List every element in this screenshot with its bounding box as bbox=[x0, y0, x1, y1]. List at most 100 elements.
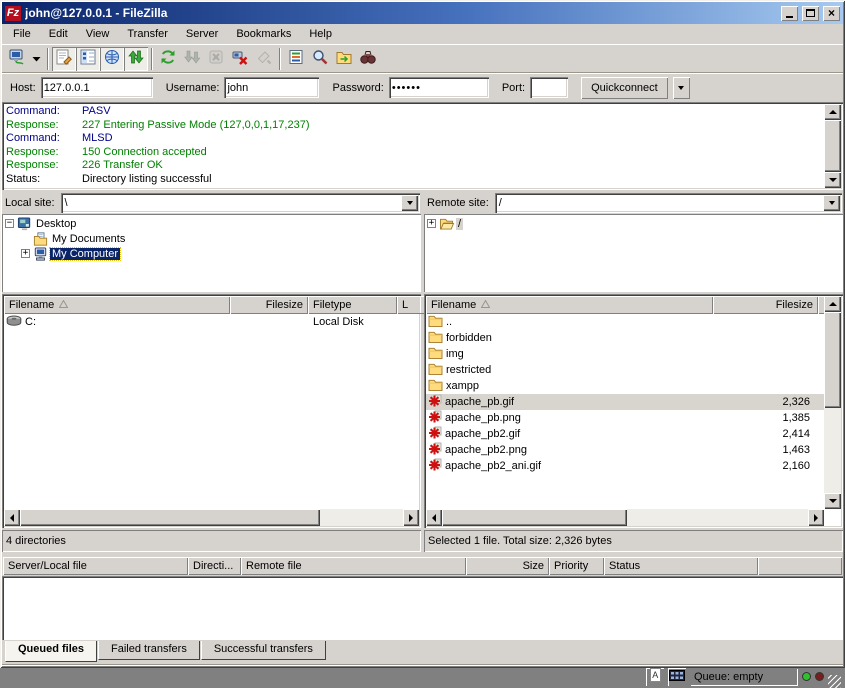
local-tree-item[interactable]: −Desktop bbox=[4, 216, 419, 231]
local-column-header-filesize[interactable]: Filesize bbox=[230, 296, 308, 314]
toggle-message-log-button[interactable] bbox=[52, 47, 76, 71]
column-header-label: Filename bbox=[431, 299, 476, 311]
remote-file-row[interactable]: apache_pb2_ani.gif2,160 bbox=[426, 458, 824, 474]
menu-help[interactable]: Help bbox=[300, 26, 341, 42]
file-name-cell: xampp bbox=[426, 378, 713, 394]
log-line-type: Command: bbox=[6, 105, 82, 119]
folder-icon bbox=[428, 362, 443, 378]
queue-column-serverlocalfile[interactable]: Server/Local file bbox=[3, 557, 188, 575]
maximize-button[interactable] bbox=[802, 6, 819, 21]
toggle-remote-tree-button[interactable] bbox=[100, 47, 124, 71]
remote-column-header-filesize[interactable]: Filesize bbox=[713, 296, 818, 314]
remote-file-row[interactable]: restricted bbox=[426, 362, 824, 378]
queue-column-remotefile[interactable]: Remote file bbox=[241, 557, 466, 575]
remote-file-list-body[interactable]: ..forbiddenimgrestrictedxamppapache_pb.g… bbox=[426, 314, 824, 509]
scrollbar-thumb[interactable] bbox=[824, 120, 841, 172]
remote-tree-item[interactable]: +/ bbox=[426, 216, 841, 231]
directory-comparison-button[interactable] bbox=[308, 47, 332, 71]
collapse-icon[interactable]: − bbox=[5, 219, 14, 228]
toggle-queue-button[interactable] bbox=[124, 47, 148, 71]
tab-queued-files[interactable]: Queued files bbox=[5, 641, 97, 662]
quickconnect-dropdown-button[interactable] bbox=[673, 77, 690, 99]
password-input[interactable] bbox=[389, 77, 489, 98]
disconnect-button[interactable] bbox=[228, 47, 252, 71]
queue-column-size[interactable]: Size bbox=[466, 557, 549, 575]
drive-icon bbox=[6, 315, 22, 330]
file-name-cell: restricted bbox=[426, 362, 713, 378]
find-files-button[interactable] bbox=[356, 47, 380, 71]
remote-file-row[interactable]: img bbox=[426, 346, 824, 362]
menubar: FileEditViewTransferServerBookmarksHelp bbox=[2, 24, 843, 44]
chevron-down-icon[interactable] bbox=[401, 195, 418, 211]
local-tree-item[interactable]: My Documents bbox=[4, 231, 419, 246]
local-tree-item[interactable]: +My Computer bbox=[4, 246, 419, 261]
remote-file-row[interactable]: forbidden bbox=[426, 330, 824, 346]
remote-site-combobox[interactable]: / bbox=[495, 193, 842, 213]
scroll-down-icon[interactable] bbox=[824, 493, 841, 509]
remote-vertical-scrollbar[interactable] bbox=[824, 296, 841, 509]
remote-file-row[interactable]: xampp bbox=[426, 378, 824, 394]
synchronized-browsing-button[interactable] bbox=[332, 47, 356, 71]
close-button[interactable]: × bbox=[823, 6, 840, 21]
tab-successful-transfers[interactable]: Successful transfers bbox=[201, 641, 326, 660]
log-scrollbar[interactable] bbox=[824, 104, 841, 188]
username-input[interactable] bbox=[224, 77, 319, 98]
remote-file-row[interactable]: apache_pb.gif2,326 bbox=[426, 394, 824, 410]
toggle-local-tree-button[interactable] bbox=[76, 47, 100, 71]
remote-file-row[interactable]: apache_pb.png1,385 bbox=[426, 410, 824, 426]
filter-button[interactable] bbox=[284, 47, 308, 71]
local-horizontal-scrollbar[interactable] bbox=[4, 509, 419, 526]
host-input[interactable] bbox=[41, 77, 153, 98]
expand-icon[interactable]: + bbox=[427, 219, 436, 228]
file-name-cell: C: bbox=[4, 315, 230, 330]
scroll-right-icon[interactable] bbox=[403, 509, 419, 526]
queue-column-status[interactable]: Status bbox=[604, 557, 758, 575]
menu-view[interactable]: View bbox=[77, 26, 119, 42]
local-file-row[interactable]: C:Local Disk bbox=[4, 314, 419, 330]
queue-column-filler[interactable] bbox=[758, 557, 842, 575]
queue-column-priority[interactable]: Priority bbox=[549, 557, 604, 575]
local-site-combobox[interactable]: \ bbox=[61, 193, 420, 213]
expand-icon[interactable]: + bbox=[21, 249, 30, 258]
activity-led-red-icon bbox=[815, 672, 824, 681]
local-column-header-filetype[interactable]: Filetype bbox=[308, 296, 397, 314]
scrollbar-thumb[interactable] bbox=[442, 509, 627, 526]
chevron-down-icon[interactable] bbox=[823, 195, 840, 211]
open-site-manager-button[interactable] bbox=[5, 47, 29, 71]
menu-server[interactable]: Server bbox=[177, 26, 227, 42]
scroll-down-icon[interactable] bbox=[824, 172, 841, 188]
quickconnect-button[interactable]: Quickconnect bbox=[581, 77, 668, 99]
remote-file-row[interactable]: apache_pb2.png1,463 bbox=[426, 442, 824, 458]
remote-file-row[interactable]: apache_pb2.gif2,414 bbox=[426, 426, 824, 442]
log-line: Response:227 Entering Passive Mode (127,… bbox=[6, 119, 822, 133]
scroll-up-icon[interactable] bbox=[824, 104, 841, 120]
resize-grip[interactable] bbox=[828, 675, 841, 688]
scrollbar-thumb[interactable] bbox=[824, 312, 841, 408]
local-column-header-filename[interactable]: Filename bbox=[4, 296, 230, 314]
menu-bookmarks[interactable]: Bookmarks bbox=[227, 26, 300, 42]
scroll-left-icon[interactable] bbox=[426, 509, 442, 526]
scroll-left-icon[interactable] bbox=[4, 509, 20, 526]
refresh-button[interactable] bbox=[156, 47, 180, 71]
file-name: apache_pb.png bbox=[445, 412, 521, 424]
transfer-queue-body[interactable] bbox=[2, 576, 843, 640]
scroll-right-icon[interactable] bbox=[808, 509, 824, 526]
log-line-text: MLSD bbox=[82, 132, 113, 146]
menu-file[interactable]: File bbox=[4, 26, 40, 42]
queue-column-directi[interactable]: Directi... bbox=[188, 557, 241, 575]
port-input[interactable] bbox=[530, 77, 568, 98]
site-manager-dropdown-button[interactable] bbox=[29, 47, 44, 71]
remote-column-header-filename[interactable]: Filename bbox=[426, 296, 713, 314]
remote-horizontal-scrollbar[interactable] bbox=[426, 509, 824, 526]
minimize-button[interactable] bbox=[781, 6, 798, 21]
remote-file-row[interactable]: .. bbox=[426, 314, 824, 330]
tab-failed-transfers[interactable]: Failed transfers bbox=[98, 641, 200, 660]
message-log-icon bbox=[56, 49, 72, 68]
scrollbar-thumb[interactable] bbox=[20, 509, 320, 526]
local-file-list-body[interactable]: C:Local Disk bbox=[4, 314, 419, 509]
folder-icon bbox=[428, 346, 443, 362]
queue-icon bbox=[128, 49, 144, 68]
menu-edit[interactable]: Edit bbox=[40, 26, 77, 42]
menu-transfer[interactable]: Transfer bbox=[118, 26, 177, 42]
scroll-up-icon[interactable] bbox=[824, 296, 841, 312]
